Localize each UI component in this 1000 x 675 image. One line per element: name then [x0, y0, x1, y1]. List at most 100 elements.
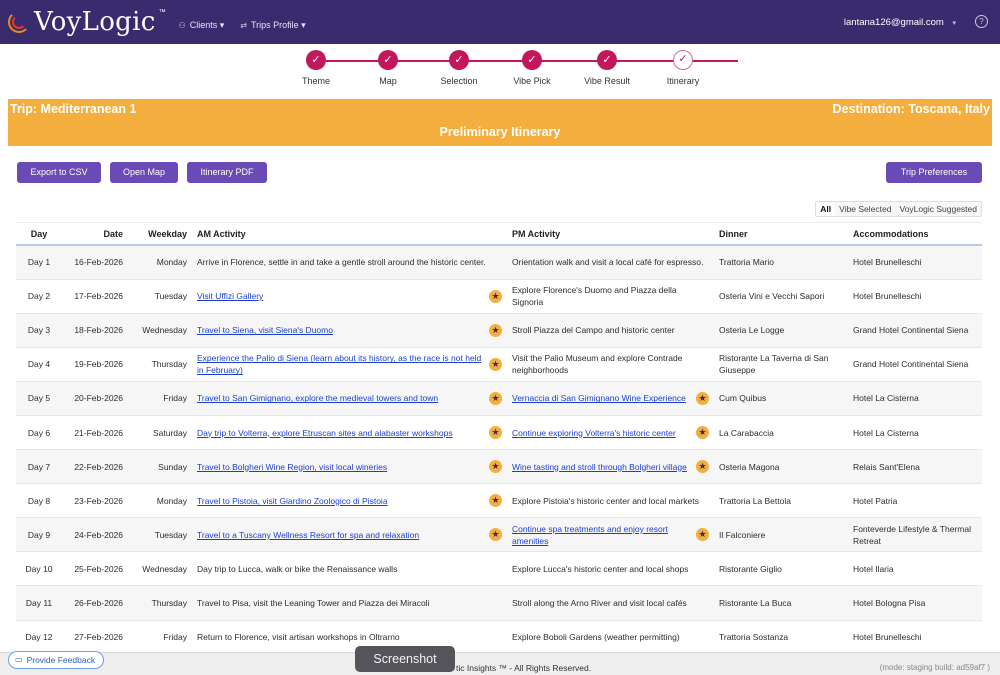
cell-pm-activity-text[interactable]: Continue spa treatments and enjoy resort… — [512, 523, 690, 547]
cell-am-activity-text: Travel to Pisa, visit the Leaning Tower … — [197, 597, 430, 608]
step-label: Itinerary — [666, 76, 700, 86]
open-map-button[interactable]: Open Map — [110, 162, 178, 183]
cell-accommodation: Hotel Brunelleschi — [848, 620, 982, 652]
cell-pm-activity-text: Stroll along the Arno River and visit lo… — [512, 597, 687, 608]
cell-date: 22-Feb-2026 — [62, 449, 128, 485]
cell-am-activity-text[interactable]: Travel to Siena, visit Siena's Duomo — [197, 324, 483, 336]
star-icon: ★ — [489, 528, 502, 542]
star-icon: ★ — [696, 528, 709, 542]
cell-accommodation: Hotel Brunelleschi — [848, 279, 982, 314]
filter-all[interactable]: All — [816, 202, 836, 216]
col-am-activity[interactable]: AM Activity — [192, 223, 507, 246]
cell-pm-activity: Stroll Piazza del Campo and historic cen… — [507, 313, 714, 348]
step-itinerary[interactable]: ✓ Itinerary — [653, 50, 713, 86]
col-date[interactable]: Date — [62, 223, 128, 246]
cell-am-activity-text[interactable]: Experience the Palio di Siena (learn abo… — [197, 352, 483, 376]
star-icon: ★ — [696, 426, 709, 440]
help-icon[interactable]: ? — [975, 15, 988, 28]
cell-pm-activity-text: Explore Boboli Gardens (weather permitti… — [512, 632, 680, 643]
cell-date: 19-Feb-2026 — [62, 347, 128, 382]
app-root: VoyLogic ™ ⚇ Clients ▾ ⇄ Trips Profile ▾… — [0, 0, 1000, 675]
nav-trips-profile[interactable]: ⇄ Trips Profile ▾ — [240, 20, 305, 31]
col-dinner[interactable]: Dinner — [714, 223, 848, 246]
brand-logo[interactable]: VoyLogic ™ — [8, 7, 166, 37]
step-label: Map — [379, 76, 397, 86]
cell-weekday: Monday — [128, 245, 192, 280]
col-day[interactable]: Day — [16, 223, 62, 246]
cell-day: Day 9 — [16, 517, 62, 553]
cell-accommodation: Grand Hotel Continental Siena — [848, 313, 982, 348]
cell-am-activity: Arrive in Florence, settle in and take a… — [192, 245, 507, 280]
provide-feedback-button[interactable]: ▭ Provide Feedback — [8, 651, 105, 669]
cell-pm-activity-text[interactable]: Continue exploring Volterra's historic c… — [512, 427, 690, 439]
col-accommodations[interactable]: Accommodations — [848, 223, 982, 246]
cell-pm-activity-text: Explore Lucca's historic center and loca… — [512, 563, 689, 574]
route-icon: ⇄ — [240, 20, 247, 30]
step-theme[interactable]: ✓ Theme — [286, 50, 346, 86]
cell-pm-activity-text[interactable]: Vernaccia di San Gimignano Wine Experien… — [512, 392, 690, 404]
cell-weekday: Friday — [128, 620, 192, 652]
cell-accommodation: Hotel Brunelleschi — [848, 245, 982, 280]
star-icon: ★ — [489, 494, 502, 508]
itinerary-pdf-button[interactable]: Itinerary PDF — [187, 162, 267, 183]
cell-pm-activity: Explore Pistoia's historic center and lo… — [507, 483, 714, 519]
cell-am-activity-text[interactable]: Visit Uffizi Gallery — [197, 290, 483, 302]
cell-am-activity: Day trip to Volterra, explore Etruscan s… — [192, 415, 507, 451]
screenshot-tooltip: Screenshot — [355, 646, 455, 672]
col-pm-activity[interactable]: PM Activity — [507, 223, 714, 246]
cell-pm-activity: Vernaccia di San Gimignano Wine Experien… — [507, 381, 714, 416]
cell-am-activity-text[interactable]: Travel to Pistoia, visit Giardino Zoolog… — [197, 495, 483, 507]
table-header-row: Day Date Weekday AM Activity PM Activity… — [16, 223, 982, 246]
export-csv-button[interactable]: Export to CSV — [17, 162, 101, 183]
build-info: (mode: staging build: ad59af7 ) — [879, 663, 990, 672]
cell-am-activity-text[interactable]: Travel to Bolgheri Wine Region, visit lo… — [197, 461, 483, 473]
cell-day: Day 2 — [16, 279, 62, 314]
cell-accommodation: Hotel Ilaria — [848, 551, 982, 587]
chevron-down-icon: ▾ — [952, 20, 956, 27]
user-menu[interactable]: lantana126@gmail.com ▾ — [844, 17, 956, 28]
cell-dinner: Il Falconiere — [714, 517, 848, 553]
cell-am-activity: Travel to a Tuscany Wellness Resort for … — [192, 517, 507, 553]
trip-preferences-button[interactable]: Trip Preferences — [886, 162, 982, 183]
cell-dinner: Cum Quibus — [714, 381, 848, 416]
cell-dinner: Ristorante Giglio — [714, 551, 848, 587]
cell-am-activity: Travel to Bolgheri Wine Region, visit lo… — [192, 449, 507, 485]
filter-voylogic-suggested[interactable]: VoyLogic Suggested — [895, 202, 981, 216]
cell-accommodation: Relais Sant'Elena — [848, 449, 982, 485]
cell-am-activity-text: Day trip to Lucca, walk or bike the Rena… — [197, 563, 398, 574]
cell-pm-activity-text: Visit the Palio Museum and explore Contr… — [512, 353, 683, 376]
star-icon: ★ — [489, 391, 502, 405]
step-vibe-pick[interactable]: ✓ Vibe Pick — [502, 50, 562, 86]
cell-weekday: Sunday — [128, 449, 192, 485]
cell-weekday: Thursday — [128, 585, 192, 621]
step-label: Vibe Pick — [513, 76, 551, 86]
step-label: Selection — [440, 76, 478, 86]
trip-destination: Destination: Toscana, Italy — [832, 102, 990, 116]
cell-date: 23-Feb-2026 — [62, 483, 128, 519]
check-icon: ✓ — [306, 50, 326, 70]
cell-am-activity-text[interactable]: Travel to a Tuscany Wellness Resort for … — [197, 529, 483, 541]
step-vibe-result[interactable]: ✓ Vibe Result — [577, 50, 637, 86]
table-row: Day 4 19-Feb-2026 Thursday Experience the P… — [16, 347, 982, 382]
table-row: Day 2 17-Feb-2026 Tuesday Visit Uffizi Gall… — [16, 279, 982, 314]
cell-pm-activity-text: Explore Florence's Duomo and Piazza dell… — [512, 285, 677, 308]
filter-tabs: All Vibe Selected VoyLogic Suggested — [815, 201, 982, 217]
cell-day: Day 3 — [16, 313, 62, 348]
cell-weekday: Wednesday — [128, 313, 192, 348]
step-selection[interactable]: ✓ Selection — [429, 50, 489, 86]
check-icon: ✓ — [522, 50, 542, 70]
table-row: Day 8 23-Feb-2026 Monday Travel to Pistoia,… — [16, 483, 982, 519]
table-row: Day 10 25-Feb-2026 Wednesday Day trip to Lu… — [16, 551, 982, 587]
progress-stepper: ✓ Theme ✓ Map ✓ Selection ✓ Vibe Pick ✓ … — [296, 50, 738, 90]
cell-day: Day 6 — [16, 415, 62, 451]
col-weekday[interactable]: Weekday — [128, 223, 192, 246]
cell-date: 24-Feb-2026 — [62, 517, 128, 553]
voylogic-logo-icon — [8, 11, 30, 33]
nav-clients[interactable]: ⚇ Clients ▾ — [179, 20, 225, 31]
filter-vibe-selected[interactable]: Vibe Selected — [835, 202, 895, 216]
cell-pm-activity-text[interactable]: Wine tasting and stroll through Bolgheri… — [512, 461, 690, 473]
cell-am-activity-text[interactable]: Travel to San Gimignano, explore the med… — [197, 392, 483, 404]
step-map[interactable]: ✓ Map — [358, 50, 418, 86]
cell-am-activity-text[interactable]: Day trip to Volterra, explore Etruscan s… — [197, 427, 483, 439]
people-icon: ⚇ — [178, 20, 186, 30]
